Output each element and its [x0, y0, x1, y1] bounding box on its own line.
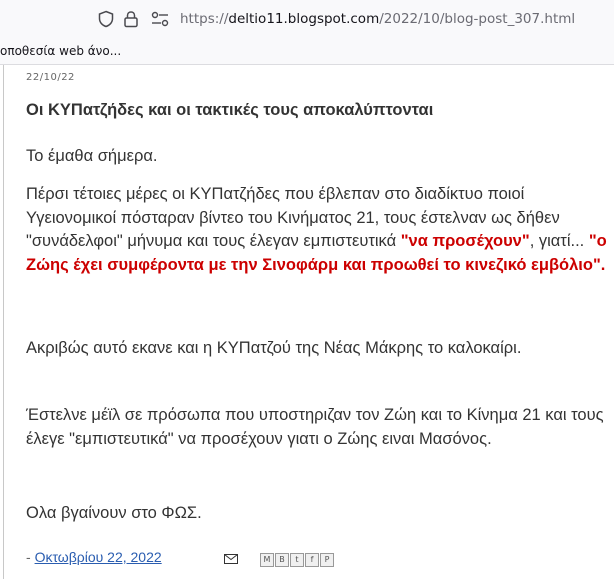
paragraph-5: Ολα βγαίνουν στο ΦΩΣ.: [26, 504, 202, 522]
content-divider: [3, 65, 4, 579]
address-bar[interactable]: https://deltio11.blogspot.com/2022/10/bl…: [0, 0, 614, 38]
share-pinterest-button[interactable]: P: [320, 553, 334, 567]
share-facebook-button[interactable]: f: [305, 553, 319, 567]
post-footer: - Οκτωβρίου 22, 2022: [26, 549, 162, 565]
paragraph-2-text-b: , γιατί...: [529, 232, 589, 250]
footer-dash: -: [26, 549, 35, 565]
lock-icon[interactable]: [123, 10, 139, 28]
share-email-button[interactable]: M: [260, 553, 274, 567]
share-twitter-button[interactable]: t: [290, 553, 304, 567]
highlight-red-1: "να προσέχουν": [400, 232, 530, 250]
shield-icon[interactable]: [97, 10, 115, 28]
bookmarks-toolbar: οποθεσία web άνο...: [0, 38, 614, 65]
email-post-icon[interactable]: [224, 554, 238, 564]
url-host: deltio11.blogspot.com: [228, 11, 380, 27]
paragraph-2: Πέρσι τέτοιες μέρες οι ΚΥΠατζήδες που έβ…: [26, 183, 611, 277]
post-title: Οι ΚΥΠατζήδες και οι τακτικές τους αποκα…: [26, 101, 434, 119]
date-header: 22/10/22: [26, 72, 75, 83]
permissions-icon[interactable]: [150, 10, 170, 28]
paragraph-4: Έστελνε μέϊλ σε πρόσωπα που υποστηριζαν …: [26, 406, 604, 448]
share-blogger-button[interactable]: B: [275, 553, 289, 567]
post-timestamp-link[interactable]: Οκτωβρίου 22, 2022: [35, 549, 162, 565]
url-prefix: https://: [180, 11, 229, 27]
blog-post: 22/10/22 Οι ΚΥΠατζήδες και οι τακτικές τ…: [0, 65, 614, 579]
bookmark-item[interactable]: οποθεσία web άνο...: [0, 43, 121, 59]
url-path: /2022/10/blog-post_307.html: [379, 11, 576, 27]
paragraph-3: Ακριβώς αυτό εκανε και η ΚΥΠατζού της Νέ…: [26, 339, 522, 357]
paragraph-1: Το έμαθα σήμερα.: [26, 147, 158, 165]
url-text[interactable]: https://deltio11.blogspot.com/2022/10/bl…: [180, 10, 575, 28]
